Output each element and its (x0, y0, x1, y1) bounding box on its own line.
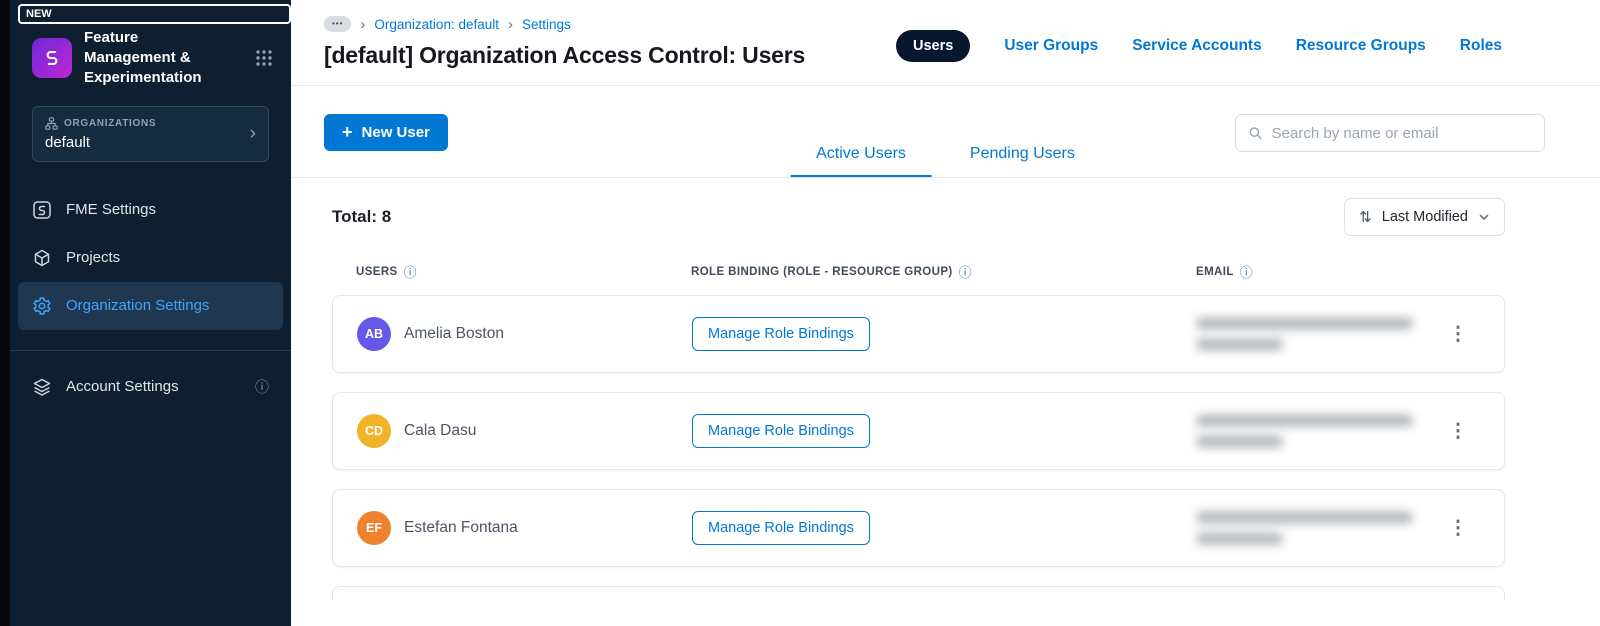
search-icon (1249, 127, 1262, 140)
sort-dropdown[interactable]: ⇅ Last Modified (1344, 198, 1505, 236)
new-badge: NEW (18, 4, 291, 25)
email-redacted (1197, 318, 1436, 350)
table-row: CD Cala Dasu Manage Role Bindings ⋮ (332, 392, 1505, 470)
avatar: CD (357, 414, 391, 448)
organizations-label: ORGANIZATIONS (64, 117, 157, 129)
manage-role-bindings-button[interactable]: Manage Role Bindings (692, 317, 870, 351)
layers-icon (32, 377, 52, 397)
screen-edge-strip (0, 0, 10, 626)
apps-grid-icon[interactable] (251, 45, 277, 71)
chevron-right-icon: › (249, 123, 256, 145)
product-title: Feature Management & Experimentation (84, 29, 202, 86)
kebab-menu-icon[interactable]: ⋮ (1441, 418, 1476, 445)
gear-icon (32, 296, 52, 316)
sidebar-item-label: Organization Settings (66, 297, 210, 315)
user-state-tabs: Active Users Pending Users (790, 135, 1101, 177)
manage-role-bindings-button[interactable]: Manage Role Bindings (692, 414, 870, 448)
tab-user-groups[interactable]: User Groups (1004, 37, 1098, 55)
organization-selector[interactable]: ORGANIZATIONS default › (32, 105, 269, 162)
info-icon[interactable]: ⓘ (1240, 262, 1253, 281)
projects-icon (32, 248, 52, 268)
sidebar-nav: FME Settings Projects Organization Setti… (10, 186, 291, 411)
toolbar: + New User Active Users Pending Users (291, 86, 1600, 178)
breadcrumb-ellipsis-icon[interactable]: ••• (324, 16, 352, 32)
organization-value: default (45, 133, 91, 151)
info-icon[interactable]: ⓘ (404, 262, 417, 281)
table-row: AB Amelia Boston Manage Role Bindings ⋮ (332, 295, 1505, 373)
split-cube-icon (46, 50, 58, 65)
search-box[interactable] (1235, 114, 1545, 152)
column-email: EMAIL (1196, 265, 1234, 278)
breadcrumb-settings-link[interactable]: Settings (522, 17, 571, 32)
sidebar-item-fme-settings[interactable]: FME Settings (18, 186, 283, 234)
search-input[interactable] (1271, 124, 1532, 142)
breadcrumb: ••• › Organization: default › Settings (324, 16, 805, 32)
tab-pending-users[interactable]: Pending Users (944, 135, 1101, 177)
new-user-button[interactable]: + New User (324, 114, 448, 151)
sidebar-item-label: Account Settings (66, 378, 179, 396)
sidebar-item-label: FME Settings (66, 201, 157, 219)
user-name: Cala Dasu (404, 422, 477, 439)
users-list-area: Total: 8 ⇅ Last Modified USERS ⓘ ROLE BI… (291, 178, 1600, 600)
email-redacted (1197, 512, 1436, 544)
sort-arrows-icon: ⇅ (1359, 209, 1372, 226)
table-row: EF Estefan Fontana Manage Role Bindings … (332, 489, 1505, 567)
kebab-menu-icon[interactable]: ⋮ (1441, 321, 1476, 348)
avatar: AB (357, 317, 391, 351)
sidebar-item-account-settings[interactable]: Account Settings ⓘ (18, 363, 283, 411)
sort-dropdown-label: Last Modified (1381, 209, 1468, 225)
tab-active-users[interactable]: Active Users (790, 135, 932, 177)
user-name: Amelia Boston (404, 325, 504, 342)
sidebar-item-label: Projects (66, 249, 121, 267)
breadcrumb-organization-link[interactable]: Organization: default (374, 17, 499, 32)
product-logo (32, 37, 72, 78)
avatar: EF (357, 511, 391, 545)
access-control-tabs: Users User Groups Service Accounts Resou… (896, 30, 1502, 62)
tab-resource-groups[interactable]: Resource Groups (1296, 37, 1426, 55)
email-redacted (1197, 415, 1436, 447)
sidebar-item-projects[interactable]: Projects (18, 234, 283, 282)
column-users: USERS (356, 265, 398, 278)
info-icon[interactable]: ⓘ (959, 262, 972, 281)
page-title: [default] Organization Access Control: U… (324, 42, 806, 68)
sidebar-item-organization-settings[interactable]: Organization Settings (18, 281, 283, 330)
new-user-button-label: New User (361, 124, 430, 141)
kebab-menu-icon[interactable]: ⋮ (1441, 515, 1476, 542)
chevron-right-icon: › (360, 15, 366, 33)
product-header: Feature Management & Experimentation (10, 26, 291, 87)
table-header: USERS ⓘ ROLE BINDING (ROLE - RESOURCE GR… (332, 262, 1505, 281)
column-role-binding: ROLE BINDING (ROLE - RESOURCE GROUP) (691, 265, 953, 278)
chevron-right-icon: › (508, 15, 513, 33)
main-content: ••• › Organization: default › Settings [… (291, 0, 1600, 626)
manage-role-bindings-button[interactable]: Manage Role Bindings (692, 511, 870, 545)
plus-icon: + (342, 122, 353, 143)
sidebar: NEW Feature Management & Experimentation (10, 0, 291, 626)
fme-settings-icon (32, 200, 52, 220)
sidebar-divider (10, 349, 291, 351)
table-row-partial (332, 586, 1505, 600)
info-icon[interactable]: ⓘ (255, 377, 269, 397)
tab-roles[interactable]: Roles (1460, 37, 1502, 55)
user-name: Estefan Fontana (404, 519, 518, 536)
total-count: Total: 8 (332, 207, 392, 226)
page-header: ••• › Organization: default › Settings [… (291, 0, 1600, 85)
org-hierarchy-icon (45, 116, 58, 130)
tab-service-accounts[interactable]: Service Accounts (1132, 37, 1262, 55)
chevron-down-icon (1479, 214, 1489, 221)
tab-users[interactable]: Users (896, 30, 971, 62)
list-controls-row: Total: 8 ⇅ Last Modified (332, 198, 1505, 236)
